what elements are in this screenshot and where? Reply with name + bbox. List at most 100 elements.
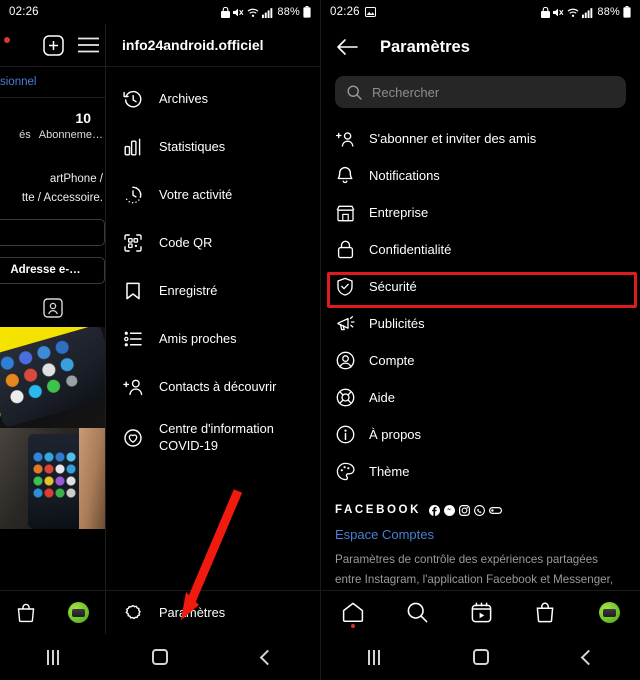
drawer-item-centre-information-covid[interactable]: Centre d'information COVID-19 <box>106 411 320 465</box>
grid-thumbnail[interactable] <box>0 326 105 428</box>
add-post-icon[interactable] <box>43 34 64 56</box>
home-square-icon[interactable] <box>473 649 490 665</box>
recent-apps-icon[interactable] <box>367 649 380 665</box>
grid-thumbnail[interactable] <box>0 427 105 529</box>
followers-count: 10 <box>75 110 91 126</box>
profile-bio-line-1: artPhone / <box>49 173 103 185</box>
instagram-icon <box>458 504 470 516</box>
megaphone-icon <box>335 314 355 334</box>
bar-chart-icon <box>122 136 144 158</box>
back-arrow-icon[interactable] <box>336 38 358 56</box>
drawer-item-label: Enregistré <box>159 282 218 298</box>
settings-item-a-propos[interactable]: À propos <box>321 416 640 453</box>
espace-comptes-link[interactable]: Espace Comptes <box>335 527 626 542</box>
drawer-settings-row[interactable]: Paramètres <box>106 590 320 634</box>
settings-item-sabonner-inviter-amis[interactable]: S'abonner et inviter des amis <box>321 120 640 157</box>
hamburger-menu-icon[interactable] <box>78 37 99 53</box>
avatar-icon <box>68 602 90 623</box>
profile-avatar-tab[interactable] <box>59 596 99 630</box>
storefront-icon <box>335 203 355 223</box>
avatar-icon <box>598 602 620 623</box>
close-friends-list-icon <box>122 328 144 350</box>
settings-item-label: Sécurité <box>369 279 417 294</box>
back-chevron-icon[interactable] <box>259 649 276 665</box>
profile-page-sliver: sionnel 10 és Abonneme… artPhone / tte /… <box>0 24 105 680</box>
qr-code-icon <box>122 232 144 254</box>
stat-label-partial: és <box>19 129 31 141</box>
settings-item-label: Thème <box>369 464 410 479</box>
drawer-item-label: Votre activité <box>159 186 233 202</box>
reels-icon <box>471 602 492 623</box>
drawer-item-archives[interactable]: Archives <box>106 75 320 123</box>
drawer-item-contacts-a-decouvrir[interactable]: Contacts à découvrir <box>106 363 320 411</box>
home-notification-dot-icon <box>351 623 355 628</box>
bell-icon <box>335 166 355 186</box>
wifi-icon <box>247 7 259 18</box>
drawer-item-label: Contacts à découvrir <box>159 378 277 394</box>
archive-clock-icon <box>122 88 144 110</box>
discover-people-icon <box>122 376 144 398</box>
battery-icon <box>303 6 311 18</box>
profile-topbar <box>0 24 105 66</box>
wifi-icon <box>567 7 579 18</box>
settings-item-confidentialite[interactable]: Confidentialité <box>321 231 640 268</box>
facebook-brand-label: FACEBOOK <box>335 504 421 516</box>
info-circle-icon <box>335 425 355 445</box>
lock-icon <box>541 6 551 18</box>
android-nav-bar-left <box>0 634 320 680</box>
profile-bio-line-2: tte / Accessoire. <box>21 192 103 205</box>
tagged-photos-icon[interactable] <box>0 284 105 327</box>
drawer-settings-label: Paramètres <box>159 605 226 620</box>
battery-percent: 88% <box>597 6 620 18</box>
home-tab[interactable] <box>333 596 373 630</box>
drawer-menu-list: Archives Statistiques Votre activité Cod… <box>106 67 320 465</box>
covid-info-icon <box>122 427 144 449</box>
shield-check-icon <box>335 277 355 297</box>
right-phone-screenshot: 02:26 88% Paramètres Rechercher S'abonne… <box>320 0 640 680</box>
back-chevron-icon[interactable] <box>580 649 597 665</box>
home-icon <box>342 602 364 623</box>
profile-tab[interactable] <box>589 596 629 630</box>
settings-item-theme[interactable]: Thème <box>321 453 640 490</box>
settings-item-entreprise[interactable]: Entreprise <box>321 194 640 231</box>
drawer-item-amis-proches[interactable]: Amis proches <box>106 315 320 363</box>
drawer-item-code-qr[interactable]: Code QR <box>106 219 320 267</box>
drawer-item-votre-activite[interactable]: Votre activité <box>106 171 320 219</box>
android-nav-bar-right <box>321 634 640 680</box>
profile-photo-grid <box>0 326 105 529</box>
edit-profile-button[interactable] <box>0 218 105 246</box>
recent-apps-icon[interactable] <box>46 649 59 665</box>
search-tab[interactable] <box>397 596 437 630</box>
settings-item-notifications[interactable]: Notifications <box>321 157 640 194</box>
mute-icon <box>233 7 244 18</box>
drawer-item-statistiques[interactable]: Statistiques <box>106 123 320 171</box>
signal-icon <box>582 7 593 18</box>
reels-tab[interactable] <box>461 596 501 630</box>
messenger-icon <box>443 504 455 516</box>
search-placeholder: Rechercher <box>372 84 440 100</box>
page-title: Paramètres <box>380 37 470 56</box>
settings-item-publicites[interactable]: Publicités <box>321 305 640 342</box>
shop-bag-icon <box>535 602 555 623</box>
shop-bag-icon[interactable] <box>6 596 46 630</box>
settings-item-label: Aide <box>369 390 396 405</box>
settings-item-securite[interactable]: Sécurité <box>321 268 640 305</box>
lock-icon <box>221 6 231 18</box>
email-button[interactable]: Adresse e-… <box>0 256 105 284</box>
drawer-item-enregistre[interactable]: Enregistré <box>106 267 320 315</box>
settings-search-wrap: Rechercher <box>321 70 640 118</box>
drawer-item-label: Archives <box>159 90 209 106</box>
screenshot-stage: 02:26 88% sionnel 10 és Abonneme… artPho… <box>0 0 640 680</box>
search-input[interactable]: Rechercher <box>335 76 626 108</box>
settings-item-label: Publicités <box>369 316 425 331</box>
drawer-username-title: info24android.officiel <box>122 37 264 53</box>
settings-item-aide[interactable]: Aide <box>321 379 640 416</box>
settings-item-compte[interactable]: Compte <box>321 342 640 379</box>
signal-icon <box>262 7 273 18</box>
search-icon <box>407 602 428 623</box>
shop-tab[interactable] <box>525 596 565 630</box>
bookmark-icon <box>122 280 144 302</box>
followers-label: Abonneme… <box>38 129 103 141</box>
professional-account-link[interactable]: sionnel <box>0 67 105 97</box>
home-square-icon[interactable] <box>152 649 169 665</box>
